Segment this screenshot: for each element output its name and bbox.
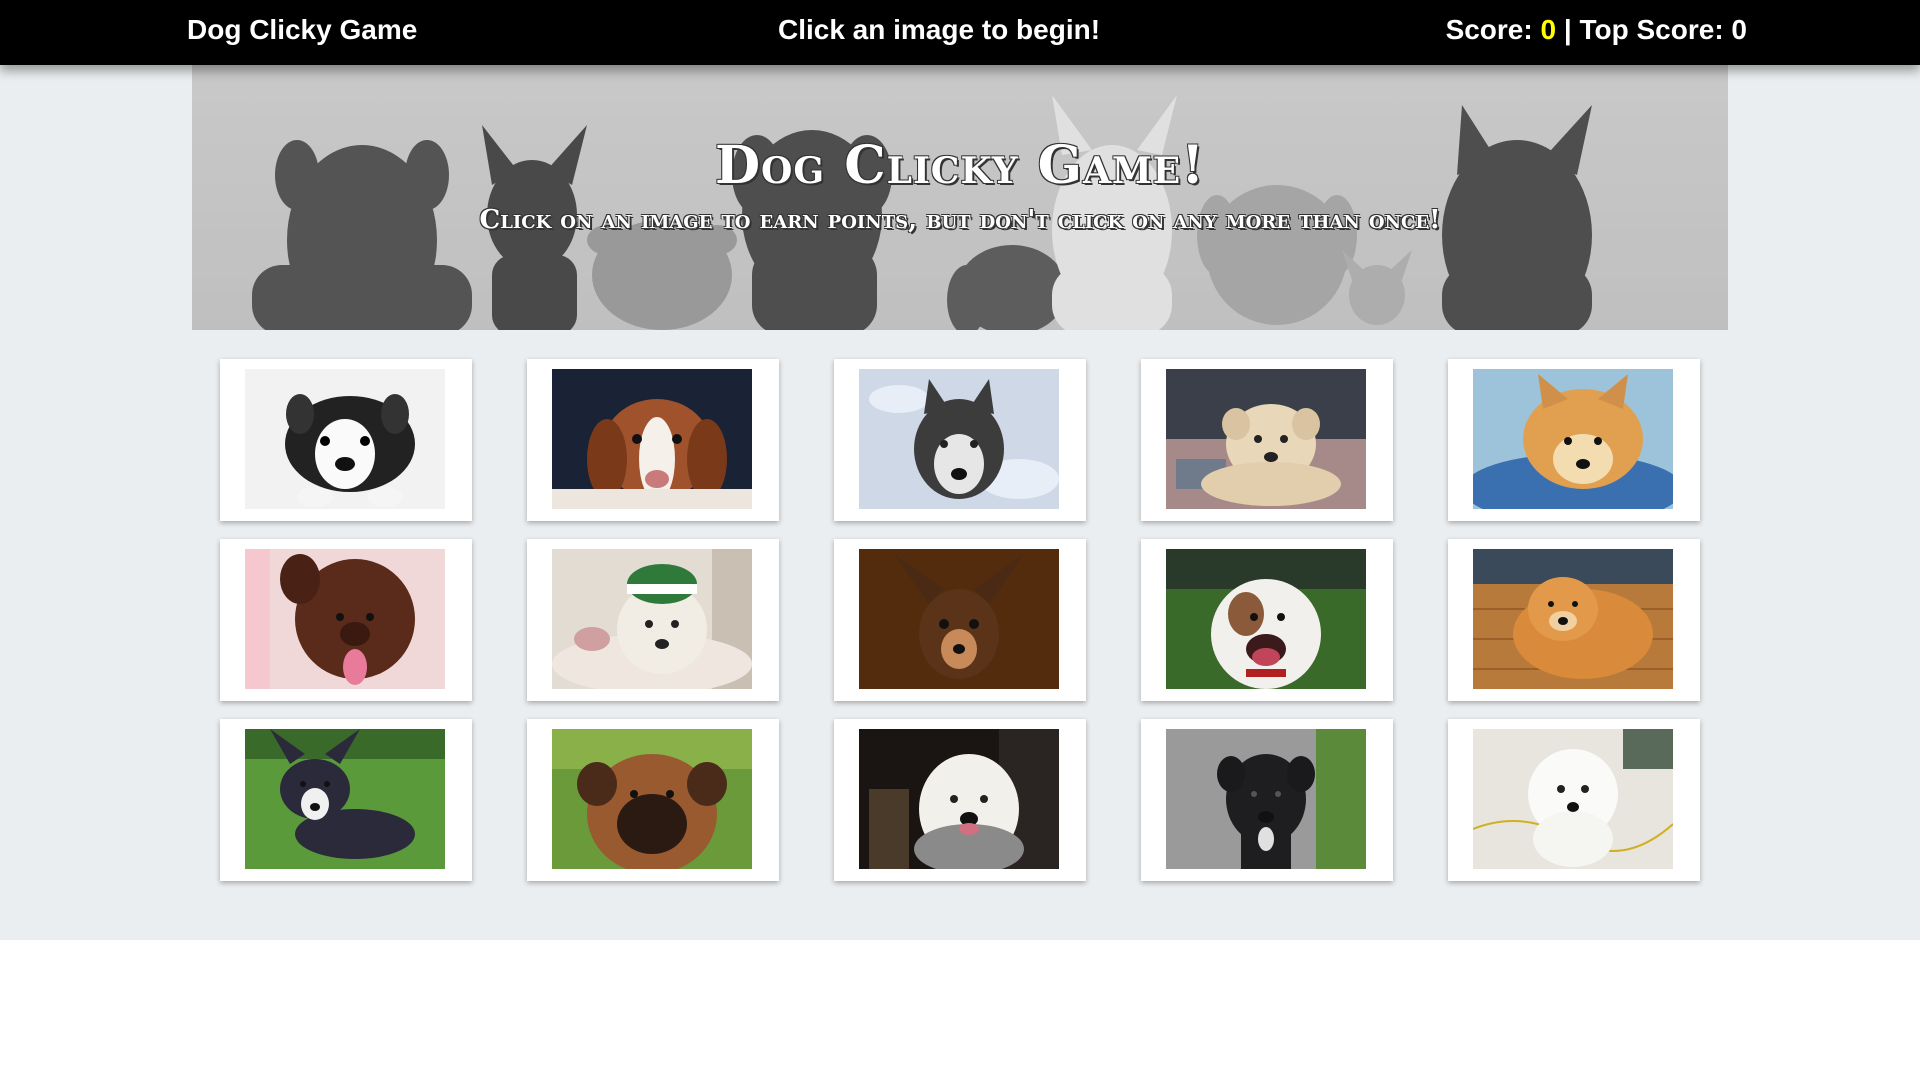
dog-image-beagle-puppy[interactable] <box>552 369 752 509</box>
hero-title: Dog Clicky Game! <box>714 135 1206 196</box>
dogs-banner-image <box>192 65 1728 330</box>
dog-card[interactable] <box>834 359 1086 521</box>
dog-card[interactable] <box>220 359 472 521</box>
dog-image-white-maltese[interactable] <box>1473 729 1673 869</box>
hero-subtitle: Click on an image to earn points, but do… <box>479 205 1441 235</box>
hero-banner: Dog Clicky Game! Click on an image to ea… <box>192 65 1728 330</box>
dog-image-grid <box>220 359 1700 881</box>
dog-image-great-pyrenees-in-hat[interactable] <box>552 549 752 689</box>
dog-card[interactable] <box>834 719 1086 881</box>
score-value: 0 <box>1540 14 1557 45</box>
dog-image-bullmastiff[interactable] <box>552 729 752 869</box>
dog-image-old-english-sheepdog[interactable] <box>859 729 1059 869</box>
dog-image-boston-terrier-puppy[interactable] <box>245 369 445 509</box>
dog-image-black-boxer-puppy[interactable] <box>1166 729 1366 869</box>
top-score-value: 0 <box>1731 14 1747 45</box>
navbar: Dog Clicky Game Click an image to begin!… <box>0 0 1920 65</box>
dog-card[interactable] <box>1448 539 1700 701</box>
score-label: Score: <box>1445 14 1541 45</box>
dog-card[interactable] <box>527 719 779 881</box>
score-display: Score: 0 | Top Score: 0 <box>1446 14 1747 46</box>
dog-image-corgi-on-grass[interactable] <box>245 729 445 869</box>
dog-card[interactable] <box>834 539 1086 701</box>
dog-card[interactable] <box>1448 359 1700 521</box>
dog-card[interactable] <box>527 359 779 521</box>
dog-image-boxer-on-grass[interactable] <box>1166 549 1366 689</box>
dog-card[interactable] <box>220 719 472 881</box>
dog-card[interactable] <box>1141 359 1393 521</box>
dog-image-brown-poodle[interactable] <box>245 549 445 689</box>
dog-card[interactable] <box>527 539 779 701</box>
dog-card[interactable] <box>1141 719 1393 881</box>
top-score-label: Top Score: <box>1579 14 1732 45</box>
dog-image-husky-in-snow[interactable] <box>859 369 1059 509</box>
dog-image-chihuahua[interactable] <box>859 549 1059 689</box>
dog-image-pomeranian-on-pillow[interactable] <box>1473 369 1673 509</box>
dog-card[interactable] <box>1141 539 1393 701</box>
dog-image-yorkie-mix-on-bed[interactable] <box>1166 369 1366 509</box>
dog-image-chow-chow[interactable] <box>1473 549 1673 689</box>
score-separator: | <box>1556 14 1580 45</box>
dog-card[interactable] <box>220 539 472 701</box>
dog-card[interactable] <box>1448 719 1700 881</box>
